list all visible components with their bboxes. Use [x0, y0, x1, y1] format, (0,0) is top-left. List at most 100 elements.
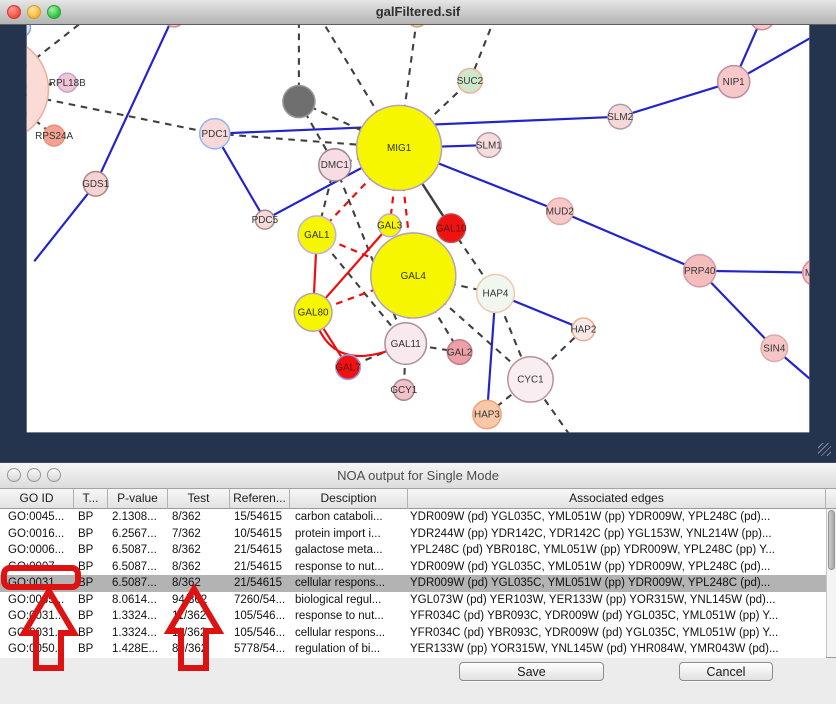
minimize-button[interactable]: [27, 5, 41, 19]
cell-type: BP: [74, 641, 108, 658]
save-button[interactable]: Save: [459, 662, 604, 681]
node-label: PRP40: [684, 266, 716, 277]
cell-go_id: GO:0007...: [0, 559, 74, 576]
cell-description: response to nut...: [290, 559, 408, 576]
table-row[interactable]: GO:0006...BP6.5087...8/36221/54615galact…: [0, 542, 826, 559]
noa-window-title: NOA output for Single Mode: [0, 463, 836, 488]
node-label: MSN: [805, 268, 827, 279]
graph-window-titlebar: galFiltered.sif: [0, 0, 836, 25]
cell-p_value: 6.2567...: [108, 526, 168, 543]
cell-go_id: GO:0016...: [0, 526, 74, 543]
cell-test: 11/362: [168, 625, 230, 642]
cell-type: BP: [74, 608, 108, 625]
cell-reference: 21/54615: [230, 542, 290, 559]
cell-go_id: GO:0050...: [0, 641, 74, 658]
vertical-scrollbar[interactable]: [826, 509, 836, 657]
node-label: GAL1: [304, 230, 330, 241]
cell-edges: YDR009W (pd) YGL035C, YML051W (pp) YDR00…: [408, 559, 826, 576]
node-label: SLM1: [476, 140, 502, 151]
node-label: GDS1: [82, 179, 109, 190]
cell-p_value: 2.1308...: [108, 509, 168, 526]
cell-edges: YDR009W (pd) YGL035C, YML051W (pp) YDR00…: [408, 509, 826, 526]
node-corner[interactable]: [13, 25, 30, 36]
cell-p_value: 6.5087...: [108, 542, 168, 559]
table-row[interactable]: GO:0007...BP6.5087...8/36221/54615respon…: [0, 559, 826, 576]
cell-p_value: 1.3324...: [108, 625, 168, 642]
cell-edges: YFR034C (pd) YBR093C, YDR009W (pd) YGL03…: [408, 608, 826, 625]
cell-test: 8/362: [168, 542, 230, 559]
node-label: CYC1: [517, 375, 544, 386]
cell-description: regulation of bi...: [290, 641, 408, 658]
table-row[interactable]: GO:0065...BP8.0614...94/3627260/54...bio…: [0, 592, 826, 609]
table-header-row: GO IDT...P-valueTestReferen...Desciption…: [0, 489, 836, 509]
node-label: GCY1: [390, 385, 417, 396]
graph-window: MSNRPL18BRPS24AGDS1PDC1PDC5DMC1MIG1SUC2S…: [0, 0, 836, 462]
cell-type: BP: [74, 625, 108, 642]
resize-grip-icon[interactable]: [818, 443, 831, 456]
column-header-go_id[interactable]: GO ID: [0, 489, 74, 509]
cell-go_id: GO:0031...: [0, 625, 74, 642]
column-header-p_value[interactable]: P-value: [108, 489, 168, 509]
cell-description: cellular respons...: [290, 625, 408, 642]
node-label: MIG1: [387, 143, 412, 154]
cell-reference: 105/546...: [230, 625, 290, 642]
column-header-edges[interactable]: Associated edges: [408, 489, 826, 509]
cell-reference: 10/54615: [230, 526, 290, 543]
cell-go_id: GO:0045...: [0, 509, 74, 526]
close-button[interactable]: [7, 5, 21, 19]
cell-reference: 21/54615: [230, 559, 290, 576]
cell-edges: YPL248C (pd) YBR018C, YML051W (pp) YDR00…: [408, 542, 826, 559]
table-row[interactable]: GO:0016...BP6.2567...7/36210/54615protei…: [0, 526, 826, 543]
node-label: GAL4: [401, 271, 427, 282]
node-label: DMC1: [321, 160, 350, 171]
table-row[interactable]: GO:0031...BP1.3324...11/362105/546...res…: [0, 608, 826, 625]
column-header-description[interactable]: Desciption: [290, 489, 408, 509]
cell-edges: YDR009W (pd) YGL035C, YML051W (pp) YDR00…: [408, 575, 826, 592]
node-label: GAL7: [335, 362, 361, 373]
column-header-type[interactable]: T...: [74, 489, 108, 509]
table-row-selected[interactable]: GO:0031...BP6.5087...8/36221/54615cellul…: [0, 575, 826, 592]
cell-test: 80/362: [168, 641, 230, 658]
cell-test: 11/362: [168, 608, 230, 625]
cell-type: BP: [74, 509, 108, 526]
cell-type: BP: [74, 575, 108, 592]
cell-type: BP: [74, 592, 108, 609]
cell-go_id: GO:0065...: [0, 592, 74, 609]
cell-description: protein import i...: [290, 526, 408, 543]
node-label: MUD2: [546, 207, 575, 218]
node-label: PDC5: [252, 215, 279, 226]
network-canvas[interactable]: MSNRPL18BRPS24AGDS1PDC1PDC5DMC1MIG1SUC2S…: [0, 25, 836, 456]
table-row[interactable]: GO:0031...BP1.3324...11/362105/546...cel…: [0, 625, 826, 642]
table-row[interactable]: GO:0050...BP1.428E...80/3625778/54...reg…: [0, 641, 826, 658]
cell-test: 8/362: [168, 559, 230, 576]
close-button-inactive[interactable]: [7, 468, 21, 482]
minimize-button-inactive[interactable]: [27, 468, 41, 482]
cell-test: 7/362: [168, 526, 230, 543]
cell-description: cellular respons...: [290, 575, 408, 592]
node-label: GAL2: [447, 347, 473, 358]
cell-reference: 5778/54...: [230, 641, 290, 658]
cell-edges: YFR034C (pd) YBR093C, YDR009W (pd) YGL03…: [408, 625, 826, 642]
cell-reference: 15/54615: [230, 509, 290, 526]
cancel-button[interactable]: Cancel: [679, 662, 773, 681]
noa-window: NOA output for Single Mode GO IDT...P-va…: [0, 462, 836, 704]
zoom-button[interactable]: [47, 5, 61, 19]
column-header-reference[interactable]: Referen...: [230, 489, 290, 509]
noa-window-titlebar: NOA output for Single Mode: [0, 463, 836, 489]
table-row[interactable]: GO:0045...BP2.1308...8/36215/54615carbon…: [0, 509, 826, 526]
column-header-test[interactable]: Test: [168, 489, 230, 509]
cell-go_id: GO:0031...: [0, 575, 74, 592]
table-body: GO:0045...BP2.1308...8/36215/54615carbon…: [0, 509, 826, 658]
zoom-button-inactive[interactable]: [47, 468, 61, 482]
node-label: SIN4: [763, 344, 786, 355]
cell-reference: 21/54615: [230, 575, 290, 592]
cell-description: carbon cataboli...: [290, 509, 408, 526]
cell-p_value: 6.5087...: [108, 575, 168, 592]
cell-reference: 105/546...: [230, 608, 290, 625]
node-label: HAP2: [570, 325, 596, 336]
scrollbar-thumb[interactable]: [828, 510, 835, 570]
node-gray[interactable]: [283, 85, 315, 117]
node-label: NIP1: [723, 77, 746, 88]
cell-edges: YER133W (pp) YOR315W, YNL145W (pd) YHR08…: [408, 641, 826, 658]
results-table: GO IDT...P-valueTestReferen...Desciption…: [0, 489, 836, 658]
